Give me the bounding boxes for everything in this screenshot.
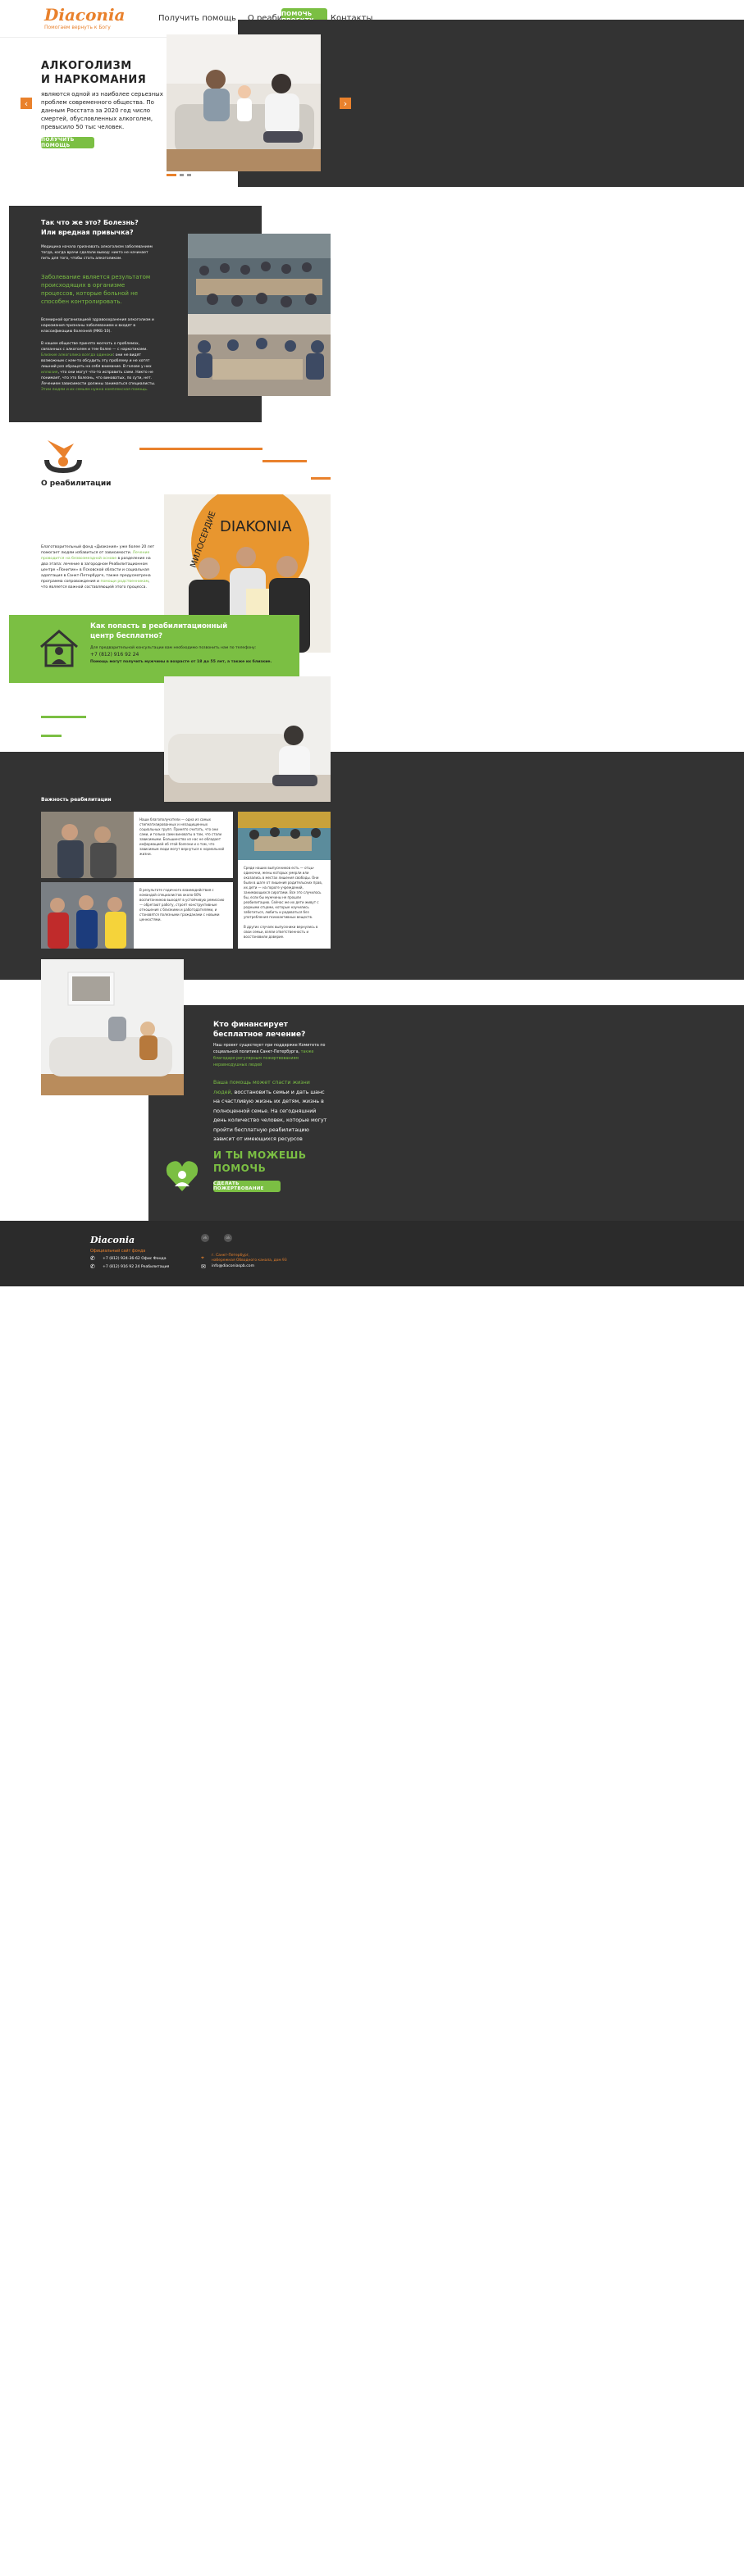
free-phone[interactable]: +7 (812) 916 92 24	[90, 652, 139, 658]
divider-line	[41, 735, 62, 737]
heart-person-icon	[164, 1157, 201, 1194]
rehab-photo-2	[238, 812, 331, 860]
importance-title: Важность реабилитации	[41, 797, 112, 803]
footer-logo[interactable]: Diaconia	[90, 1235, 135, 1245]
free-note: Помощь могут получить мужчины в возрасте…	[90, 660, 272, 664]
hero-slider-dots	[167, 174, 191, 176]
disease-p1: Медицина начала признавать алкоголизм за…	[41, 245, 153, 261]
mail-icon: ✉	[201, 1263, 206, 1270]
footer-email[interactable]: info@diaconiaspb.com	[212, 1264, 254, 1268]
footer-site-note: Официальный сайт фонда	[90, 1249, 146, 1254]
slider-dot[interactable]	[180, 174, 184, 176]
divider-line	[41, 716, 86, 718]
rehab-photo-3	[41, 882, 134, 949]
donate-button[interactable]: СДЕЛАТЬ ПОЖЕРТВОВАНИЕ	[213, 1181, 281, 1192]
nav-get-help[interactable]: Получить помощь	[158, 14, 236, 23]
importance-card-3: Среди наших выпускников есть — отцы-один…	[238, 860, 331, 949]
finance-text: Наш проект существует при поддержке Коми…	[213, 1044, 326, 1067]
disease-p4: В нашем обществе принято молчать о пробл…	[41, 342, 156, 392]
disease-p3: Всемирной организацией здравоохранения а…	[41, 318, 154, 334]
lonely-child-photo	[41, 959, 184, 1095]
free-title: Как попасть в реабилитационный центр бес…	[90, 622, 228, 640]
diakonia-sign-text: DIAKONIA	[220, 518, 292, 535]
disease-highlight: Заболевание является результатом происхо…	[41, 274, 151, 305]
finance-quote: Ваша помощь может спасти жизни людей, во…	[213, 1080, 327, 1142]
ok-icon[interactable]: ok	[224, 1234, 232, 1242]
site-footer	[0, 1221, 744, 1286]
phone-icon: ✆	[90, 1263, 95, 1270]
hero-text: АЛКОГОЛИЗМ И НАРКОМАНИЯ являются одной и…	[41, 59, 164, 131]
footer-phone-rehab[interactable]: +7 (812) 916 92 24 Реабилитация	[103, 1265, 169, 1269]
helping-hands-icon	[41, 437, 86, 476]
footer-phone-office[interactable]: +7 (812) 924-36-62 Офис Фонда	[103, 1257, 167, 1261]
footer-address: г. Санкт-Петербург, набережная Обводного…	[212, 1254, 287, 1263]
hero-title: АЛКОГОЛИЗМ И НАРКОМАНИЯ	[41, 60, 147, 86]
location-icon: ⌖	[201, 1254, 204, 1261]
about-title: О реабилитации	[41, 480, 112, 488]
group-photo-2	[188, 314, 331, 396]
disease-body: Медицина начала признавать алкоголизм за…	[41, 244, 158, 393]
hero-photo	[167, 34, 321, 171]
about-text: Благотворительный фонд «Диакония» уже бо…	[41, 545, 155, 589]
hero-description: являются одной из наиболее серьезных про…	[41, 91, 163, 130]
importance-card-2: В результате годичного взаимодействия с …	[134, 882, 233, 949]
man-on-sofa-photo	[164, 676, 331, 802]
divider-line	[311, 477, 331, 480]
slider-dot-active[interactable]	[167, 174, 176, 176]
importance-card-1: Наши благополучатели — одна из самых сти…	[134, 812, 233, 878]
divider-line	[139, 448, 262, 450]
phone-icon: ✆	[90, 1255, 95, 1262]
group-photo-1	[188, 234, 331, 314]
you-can-help-title: И ТЫ МОЖЕШЬ ПОМОЧЬ	[213, 1149, 307, 1174]
house-icon	[39, 628, 80, 669]
chevron-left-icon[interactable]: ‹	[21, 98, 32, 109]
free-text: Для предварительной консультации вам нео…	[90, 646, 257, 650]
finance-title: Кто финансирует бесплатное лечение?	[213, 1021, 306, 1039]
disease-title: Так что же это? Болезнь? Или вредная при…	[41, 219, 139, 236]
logo-text: Diaconia	[44, 5, 126, 25]
divider-line	[262, 460, 307, 462]
vk-icon[interactable]: vk	[201, 1234, 209, 1242]
chevron-right-icon[interactable]: ›	[340, 98, 351, 109]
slider-dot[interactable]	[187, 174, 191, 176]
logo[interactable]: Diaconia Помогаем вернуть к Богу	[44, 5, 126, 30]
rehab-photo-1	[41, 812, 134, 878]
get-help-button[interactable]: ПОЛУЧИТЬ ПОМОЩЬ	[41, 137, 94, 148]
logo-subtitle: Помогаем вернуть к Богу	[44, 25, 111, 30]
